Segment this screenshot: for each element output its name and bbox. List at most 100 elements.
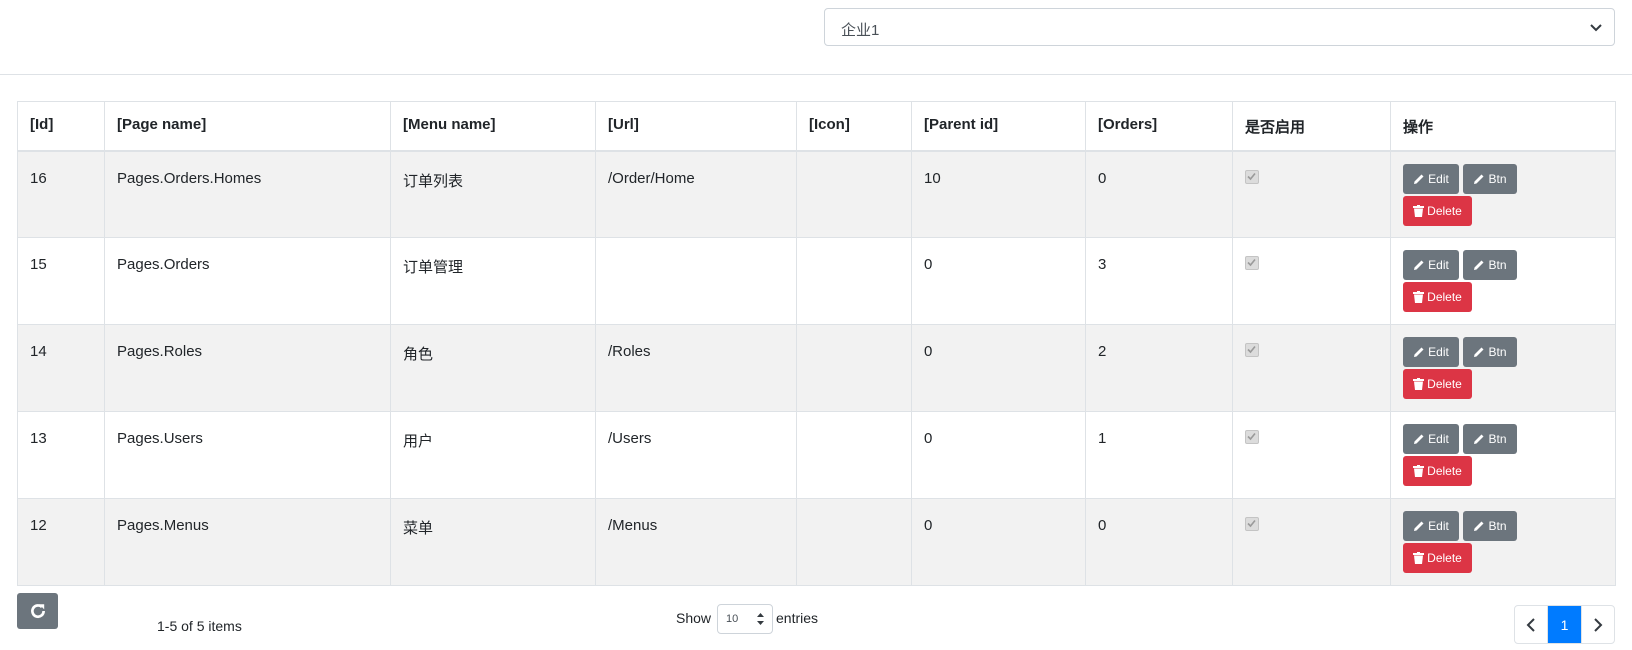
cell-page-name: Pages.Orders.Homes [104,150,391,238]
cell-menu-name: 角色 [390,324,596,412]
cell-actions: Edit Btn Delete [1390,498,1616,586]
cell-id: 12 [17,498,105,586]
delete-button[interactable]: Delete [1403,282,1472,312]
tenant-select[interactable]: 企业1 [824,8,1615,46]
enabled-checkbox[interactable] [1245,256,1259,270]
page-size-value: 10 [726,613,739,625]
cell-orders: 2 [1085,324,1233,412]
chevron-left-icon [1526,617,1535,632]
col-header-orders[interactable]: [Orders] [1085,101,1233,152]
cell-enabled [1232,150,1391,238]
menu-table: [Id] [Page name] [Menu name] [Url] [Icon… [17,101,1616,586]
cell-url: /Order/Home [595,150,797,238]
table-row: 12 Pages.Menus 菜单/Menus 0 0 Edit Btn Delete [17,498,1616,586]
pencil-icon [1414,260,1424,270]
items-info: 1-5 of 5 items [157,618,242,634]
pencil-icon [1414,347,1424,357]
col-header-url[interactable]: [Url] [595,101,797,152]
chevron-right-icon [1594,617,1603,632]
delete-button[interactable]: Delete [1403,456,1472,486]
top-bar: 企业1 [0,0,1632,75]
page-size-select[interactable]: 10 [717,604,773,634]
btn-button-label: Btn [1488,519,1507,533]
pencil-icon [1414,174,1424,184]
cell-icon [796,411,912,499]
cell-menu-name: 菜单 [390,498,596,586]
pencil-icon [1414,521,1424,531]
cell-orders: 3 [1085,237,1233,325]
trash-icon [1413,465,1425,477]
col-header-enabled[interactable]: 是否启用 [1232,101,1391,152]
trash-icon [1413,204,1425,217]
cell-id: 16 [17,150,105,238]
col-header-parent-id[interactable]: [Parent id] [911,101,1086,152]
col-header-menu-name[interactable]: [Menu name] [390,101,596,152]
prev-page-button[interactable] [1515,606,1548,643]
enabled-checkbox[interactable] [1245,343,1259,357]
btn-button[interactable]: Btn [1463,337,1517,367]
btn-button[interactable]: Btn [1463,424,1517,454]
col-header-page-name[interactable]: [Page name] [104,101,391,152]
cell-url [595,237,797,325]
pencil-icon [1474,347,1484,357]
edit-button[interactable]: Edit [1403,250,1459,280]
delete-button[interactable]: Delete [1403,543,1472,573]
pencil-icon [1474,521,1484,531]
table-row: 16 Pages.Orders.Homes 订单列表/Order/Home 10 0 Ed… [17,150,1616,238]
edit-button-label: Edit [1428,171,1449,186]
cell-actions: Edit Btn Delete [1390,237,1616,325]
cell-parent-id: 10 [911,150,1086,238]
edit-button[interactable]: Edit [1403,424,1459,454]
edit-button[interactable]: Edit [1403,511,1459,541]
edit-button-label: Edit [1428,432,1449,446]
cell-orders: 0 [1085,150,1233,238]
cell-url: /Users [595,411,797,499]
delete-button[interactable]: Delete [1403,195,1472,226]
enabled-checkbox[interactable] [1245,430,1259,444]
col-header-icon[interactable]: [Icon] [796,101,912,152]
col-header-id[interactable]: [Id] [17,101,105,152]
cell-menu-name: 用户 [390,411,596,499]
btn-button[interactable]: Btn [1463,511,1517,541]
delete-button[interactable]: Delete [1403,369,1472,399]
enabled-checkbox[interactable] [1245,517,1259,531]
cell-actions: Edit Btn Delete [1390,411,1616,499]
delete-button-label: Delete [1427,464,1462,478]
menu-table-container: [Id] [Page name] [Menu name] [Url] [Icon… [17,101,1616,586]
btn-button-label: Btn [1488,171,1507,186]
delete-button-label: Delete [1427,203,1462,218]
next-page-button[interactable] [1581,606,1614,643]
trash-icon [1413,552,1425,564]
cell-actions: Edit Btn Delete [1390,324,1616,412]
table-row: 14 Pages.Roles 角色/Roles 0 2 Edit Btn Delete [17,324,1616,412]
cell-page-name: Pages.Orders [104,237,391,325]
cell-enabled [1232,324,1391,412]
cell-id: 15 [17,237,105,325]
edit-button[interactable]: Edit [1403,337,1459,367]
cell-page-name: Pages.Menus [104,498,391,586]
cell-icon [796,324,912,412]
cell-page-name: Pages.Users [104,411,391,499]
delete-button-label: Delete [1427,290,1462,304]
cell-url: /Menus [595,498,797,586]
enabled-checkbox[interactable] [1245,169,1259,184]
cell-parent-id: 0 [911,237,1086,325]
cell-url: /Roles [595,324,797,412]
page-button-current[interactable]: 1 [1548,606,1581,643]
cell-parent-id: 0 [911,411,1086,499]
updown-arrows-icon [757,613,764,625]
cell-id: 13 [17,411,105,499]
tenant-select-value: 企业1 [841,22,880,39]
cell-icon [796,150,912,238]
btn-button[interactable]: Btn [1463,250,1517,280]
delete-button-label: Delete [1427,377,1462,391]
cell-menu-name: 订单列表 [390,150,596,238]
btn-button[interactable]: Btn [1463,163,1517,194]
refresh-icon [30,604,45,619]
refresh-button[interactable] [17,593,58,629]
cell-orders: 1 [1085,411,1233,499]
edit-button-label: Edit [1428,519,1449,533]
cell-menu-name: 订单管理 [390,237,596,325]
table-row: 13 Pages.Users 用户/Users 0 1 Edit Btn Delete [17,411,1616,499]
edit-button[interactable]: Edit [1403,163,1459,194]
